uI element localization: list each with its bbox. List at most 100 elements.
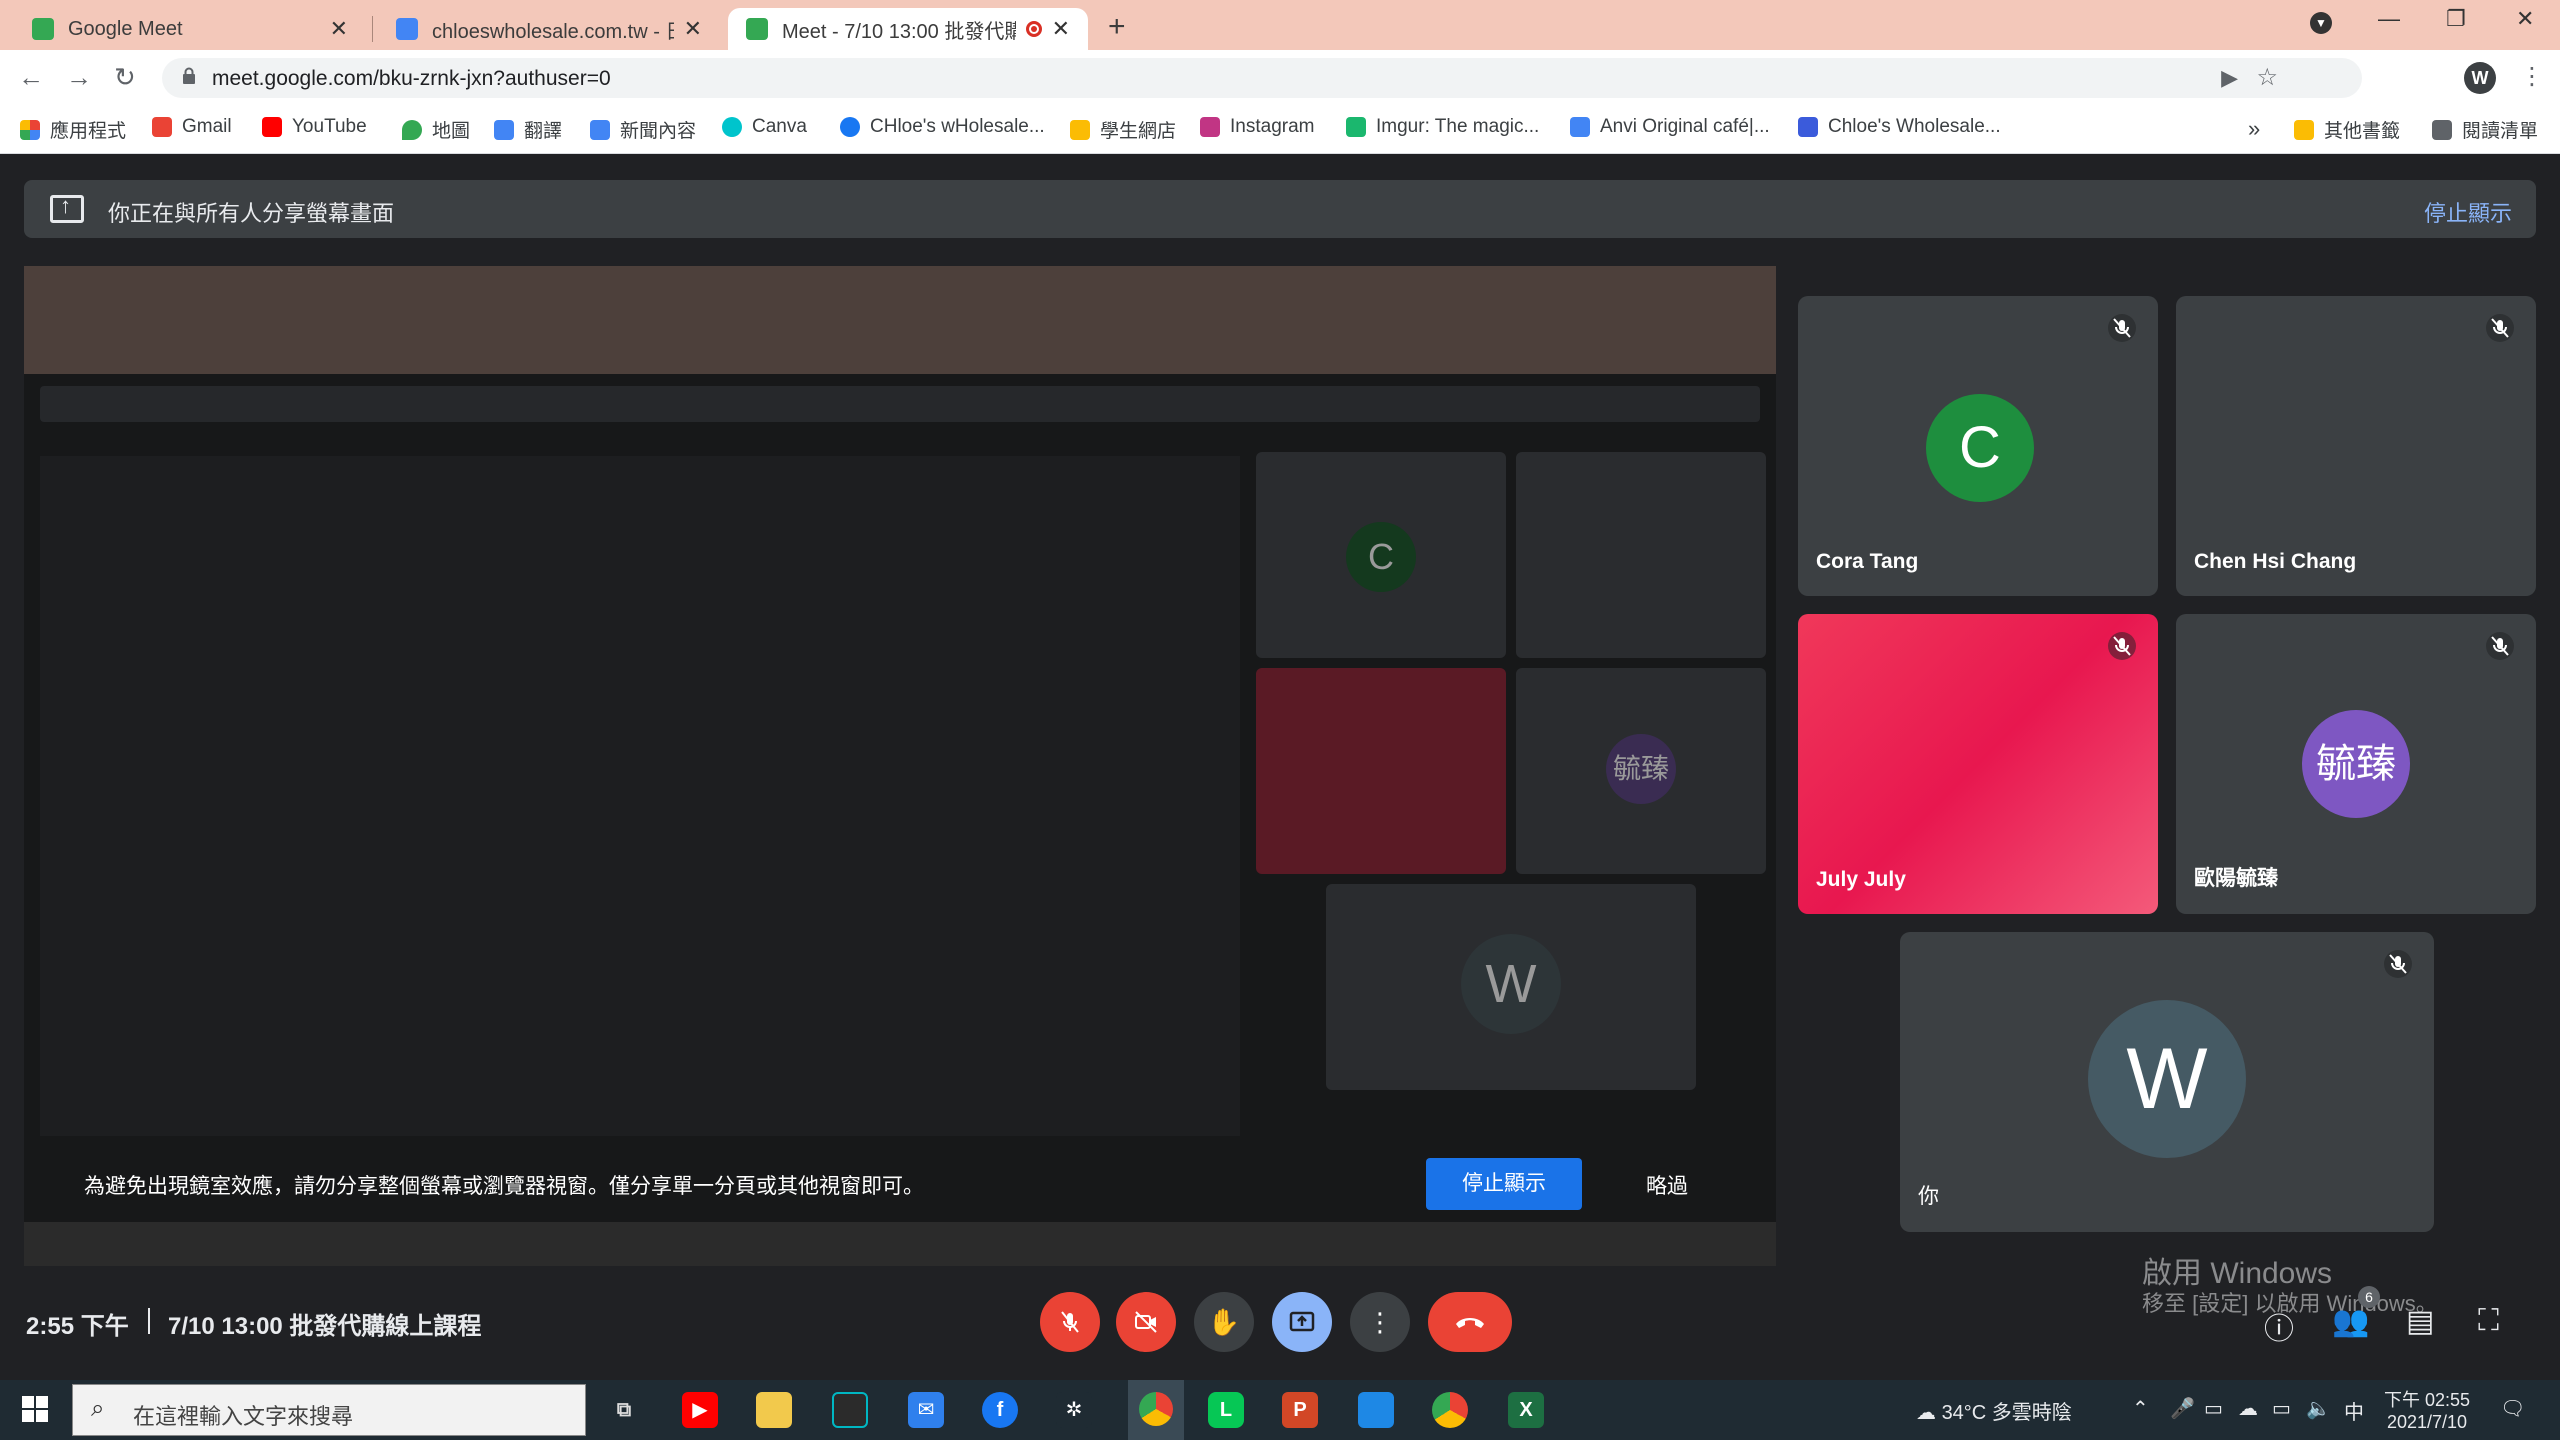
taskbar-search-input[interactable]: ⌕ 在這裡輸入文字來搜尋: [72, 1384, 586, 1436]
tab-bar: Google Meet ✕ chloeswholesale.com.tw - 日…: [0, 0, 2560, 50]
search-icon: ⌕: [91, 1395, 105, 1422]
menu-icon[interactable]: ⋮: [2520, 62, 2544, 91]
back-button[interactable]: ←: [18, 62, 44, 93]
meeting-details-button[interactable]: ⓘ: [2264, 1304, 2294, 1348]
store-app-icon[interactable]: [832, 1392, 868, 1428]
camera-toggle-button[interactable]: [1116, 1292, 1176, 1352]
omnibox[interactable]: meet.google.com/bku-zrnk-jxn?authuser=0 …: [162, 58, 2362, 98]
people-icon: 👥: [2332, 1305, 2370, 1338]
task-view-icon[interactable]: ⧉: [606, 1392, 642, 1428]
volume-icon[interactable]: 🔈: [2306, 1396, 2331, 1421]
participant-avatar: C: [1926, 394, 2034, 502]
news-icon: [590, 119, 610, 140]
other-bookmarks[interactable]: 其他書籤: [2294, 116, 2400, 143]
participant-tile[interactable]: July July: [1798, 614, 2158, 914]
bookmark-student-shop[interactable]: 學生網店: [1070, 116, 1176, 143]
participant-tile[interactable]: Chen Hsi Chang: [2176, 296, 2536, 596]
bookmark-apps[interactable]: 應用程式: [20, 116, 126, 143]
close-window-button[interactable]: ✕: [2516, 6, 2534, 32]
maximize-button[interactable]: ❐: [2446, 6, 2466, 32]
notifications-icon[interactable]: 🗨: [2500, 1396, 2525, 1421]
chrome-taskbar-active[interactable]: [1128, 1380, 1184, 1440]
mirror-warning-text: 為避免出現鏡室效應，請勿分享整個螢幕或瀏覽器視窗。僅分享單一分頁或其他視窗即可。: [84, 1175, 924, 1198]
microphone-tray-icon[interactable]: 🎤: [2170, 1396, 2195, 1421]
chrome-icon[interactable]: [1432, 1392, 1468, 1428]
camera-icon[interactable]: ▶: [2221, 65, 2238, 91]
bookmarks-overflow-button[interactable]: »: [2248, 116, 2260, 142]
warning-skip-button[interactable]: 略過: [1646, 1170, 1688, 1200]
reload-button[interactable]: ↻: [114, 62, 136, 93]
bookmark-news[interactable]: 新聞內容: [590, 116, 696, 143]
preview-share-banner: [40, 386, 1760, 422]
bookmark-youtube[interactable]: YouTube: [262, 116, 367, 138]
info-icon: ⓘ: [2264, 1313, 2294, 1346]
present-now-button[interactable]: [1272, 1292, 1332, 1352]
tab-search-icon[interactable]: ▼: [2310, 12, 2332, 34]
facebook-app-icon[interactable]: f: [982, 1392, 1018, 1428]
participant-count-badge: 6: [2358, 1286, 2380, 1308]
windows-start-icon[interactable]: [22, 1396, 48, 1422]
participant-tile-self[interactable]: W 你: [1900, 932, 2434, 1232]
profile-avatar[interactable]: W: [2464, 62, 2496, 94]
new-tab-button[interactable]: +: [1108, 10, 1126, 44]
bookmark-star-icon[interactable]: ☆: [2256, 63, 2278, 92]
tab-chloeswholesale[interactable]: chloeswholesale.com.tw - 日曆 ✕: [378, 8, 720, 50]
mic-off-icon: [2384, 950, 2412, 978]
activities-button[interactable]: ⛶: [2478, 1304, 2499, 1338]
tab-separator: [372, 16, 373, 42]
weather-widget[interactable]: ☁ 34°C 多雲時陰: [1916, 1396, 2072, 1425]
photos-icon[interactable]: [1358, 1392, 1394, 1428]
leave-call-button[interactable]: [1428, 1292, 1512, 1352]
mic-off-icon: [2108, 314, 2136, 342]
close-tab-icon[interactable]: ✕: [1052, 16, 1070, 42]
youtube-icon: [262, 117, 282, 137]
stop-sharing-link[interactable]: 停止顯示: [2424, 196, 2512, 228]
anvi-icon: [1570, 117, 1590, 137]
ime-indicator[interactable]: 中: [2344, 1396, 2364, 1425]
preview-avatar: C: [1346, 522, 1416, 592]
participant-name: Cora Tang: [1816, 550, 1919, 573]
warning-stop-sharing-button[interactable]: 停止顯示: [1426, 1158, 1582, 1210]
close-tab-icon[interactable]: ✕: [684, 16, 702, 42]
tab-meet-active[interactable]: Meet - 7/10 13:00 批發代購 ✕: [728, 8, 1088, 50]
tab-google-meet[interactable]: Google Meet ✕: [14, 8, 366, 50]
bookmark-maps[interactable]: 地圖: [402, 116, 470, 143]
forward-button[interactable]: →: [66, 62, 92, 93]
youtube-app-icon[interactable]: ▶: [682, 1392, 718, 1428]
maps-pin-icon: [402, 119, 422, 140]
excel-icon[interactable]: X: [1508, 1392, 1544, 1428]
taskbar-clock[interactable]: 下午 02:55 2021/7/10: [2384, 1386, 2470, 1433]
participants-button[interactable]: 👥 6: [2332, 1286, 2380, 1339]
bookmark-chloes-wholesale[interactable]: Chloe's Wholesale...: [1798, 116, 2001, 138]
participant-tile[interactable]: C Cora Tang: [1798, 296, 2158, 596]
bookmark-instagram[interactable]: Instagram: [1200, 116, 1314, 138]
bookmark-translate[interactable]: 翻譯: [494, 116, 562, 143]
bookmark-canva[interactable]: Canva: [722, 116, 807, 138]
hand-icon: ✋: [1207, 1307, 1241, 1337]
raise-hand-button[interactable]: ✋: [1194, 1292, 1254, 1352]
file-explorer-icon[interactable]: [756, 1392, 792, 1428]
bookmark-anvi[interactable]: Anvi Original café|...: [1570, 116, 1770, 138]
mic-off-icon: [2486, 632, 2514, 660]
more-options-button[interactable]: ⋮: [1350, 1292, 1410, 1352]
gmail-icon: [152, 117, 172, 137]
mail-icon[interactable]: ✉: [908, 1392, 944, 1428]
minimize-button[interactable]: —: [2378, 6, 2400, 32]
close-tab-icon[interactable]: ✕: [330, 16, 348, 42]
participant-avatar: 毓臻: [2302, 710, 2410, 818]
mic-toggle-button[interactable]: [1040, 1292, 1100, 1352]
line-app-icon[interactable]: L: [1208, 1392, 1244, 1428]
onedrive-icon[interactable]: ☁: [2238, 1396, 2258, 1421]
bookmark-chloes-facebook[interactable]: CHloe's wHolesale...: [840, 116, 1045, 138]
tray-chevron-icon[interactable]: ⌃: [2132, 1396, 2149, 1421]
display-tray-icon[interactable]: ▭: [2272, 1396, 2291, 1421]
powerpoint-icon[interactable]: P: [1282, 1392, 1318, 1428]
pinwheel-app-icon[interactable]: ✲: [1056, 1392, 1092, 1428]
preview-avatar: 毓臻: [1606, 734, 1676, 804]
bookmark-imgur[interactable]: Imgur: The magic...: [1346, 116, 1539, 138]
network-tray-icon[interactable]: ▭: [2204, 1396, 2223, 1421]
bookmark-gmail[interactable]: Gmail: [152, 116, 232, 138]
participant-tile[interactable]: 毓臻 歐陽毓臻: [2176, 614, 2536, 914]
reading-list[interactable]: 閱讀清單: [2432, 116, 2538, 143]
chat-button[interactable]: ▤: [2406, 1304, 2434, 1339]
